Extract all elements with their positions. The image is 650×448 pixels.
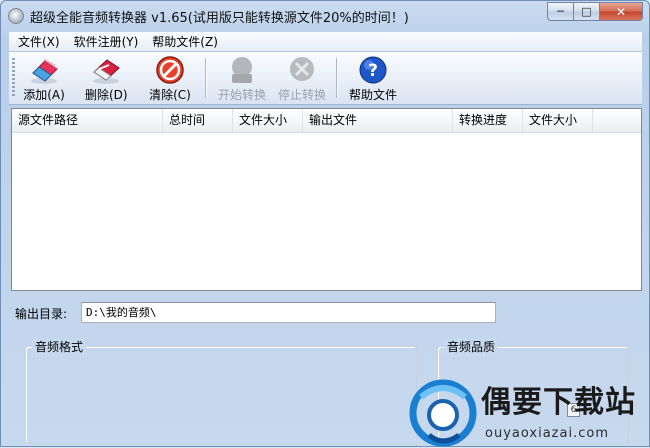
watermark-logo-icon (409, 379, 477, 447)
file-list-header: 源文件路径 总时间 文件大小 输出文件 转换进度 文件大小 (12, 109, 641, 133)
start-convert-icon (232, 57, 252, 83)
app-icon[interactable] (8, 8, 24, 24)
delete-button[interactable]: 删除(D) (85, 55, 128, 103)
start-convert-button[interactable]: 开始转换 (215, 55, 269, 103)
start-convert-label: 开始转换 (217, 88, 266, 102)
menu-file[interactable]: 文件(X) (11, 33, 67, 50)
clear-button[interactable]: 清除(C) (149, 55, 191, 103)
add-button[interactable]: 添加(A) (23, 55, 65, 103)
caption-buttons: ─ □ ✕ (547, 2, 643, 22)
output-directory-input[interactable]: D:\我的音频\ (81, 302, 496, 323)
maximize-icon: □ (581, 5, 592, 18)
stop-convert-label: 停止转换 (277, 88, 326, 102)
column-progress[interactable]: 转换进度 (453, 109, 523, 132)
minimize-icon: ─ (557, 5, 564, 18)
svg-text:?: ? (368, 61, 378, 81)
column-file-size[interactable]: 文件大小 (233, 109, 303, 132)
toolbar-separator (205, 58, 207, 98)
output-directory-label: 输出目录: (15, 307, 68, 321)
toolbar-grip[interactable] (12, 58, 15, 98)
watermark-url: ouyaoxiazai.com (485, 426, 609, 441)
audio-format-group: 音频格式 (25, 338, 417, 444)
menu-register[interactable]: 软件注册(Y) (67, 33, 146, 50)
file-list[interactable]: 源文件路径 总时间 文件大小 输出文件 转换进度 文件大小 (11, 108, 642, 291)
app-window: 超级全能音频转换器 v1.65(试用版只能转换源文件20%的时间！) ─ □ ✕… (0, 0, 650, 447)
title-bar[interactable]: 超级全能音频转换器 v1.65(试用版只能转换源文件20%的时间！) ─ □ ✕ (1, 1, 649, 31)
menu-bar: 文件(X) 软件注册(Y) 帮助文件(Z) (9, 32, 642, 52)
output-directory-row: 输出目录: D:\我的音频\ (15, 301, 505, 325)
close-icon: ✕ (615, 4, 627, 19)
toolbar: 添加(A) 删除(D) 清除(C) 开始转换 停止转换 ? 帮助文件 (9, 52, 642, 105)
minimize-button[interactable]: ─ (547, 2, 573, 21)
help-label: 帮助文件 (348, 88, 397, 102)
column-source-path[interactable]: 源文件路径 (12, 109, 163, 132)
stop-convert-icon (290, 57, 314, 81)
stop-convert-button[interactable]: 停止转换 (275, 55, 329, 103)
close-button[interactable]: ✕ (599, 2, 643, 21)
column-output-size[interactable]: 文件大小 (523, 109, 593, 132)
window-title: 超级全能音频转换器 v1.65(试用版只能转换源文件20%的时间！) (30, 11, 409, 26)
column-output-file[interactable]: 输出文件 (303, 109, 453, 132)
maximize-button[interactable]: □ (573, 2, 599, 21)
toolbar-separator (336, 58, 338, 98)
add-label: 添加(A) (23, 88, 65, 102)
audio-format-title: 音频格式 (32, 338, 87, 355)
watermark: 偶要下载站 ouyaoxiazai.com (401, 377, 650, 448)
eraser-delete-icon (93, 59, 120, 84)
no-entry-icon (156, 56, 184, 84)
column-duration[interactable]: 总时间 (163, 109, 233, 132)
clear-label: 清除(C) (149, 88, 191, 102)
eraser-add-icon (31, 58, 58, 84)
help-button[interactable]: ? 帮助文件 (346, 55, 400, 103)
menu-help[interactable]: 帮助文件(Z) (145, 33, 225, 50)
watermark-brand: 偶要下载站 (481, 385, 636, 420)
delete-label: 删除(D) (85, 88, 128, 102)
question-icon: ? (359, 56, 387, 84)
audio-quality-title: 音频品质 (444, 338, 499, 355)
